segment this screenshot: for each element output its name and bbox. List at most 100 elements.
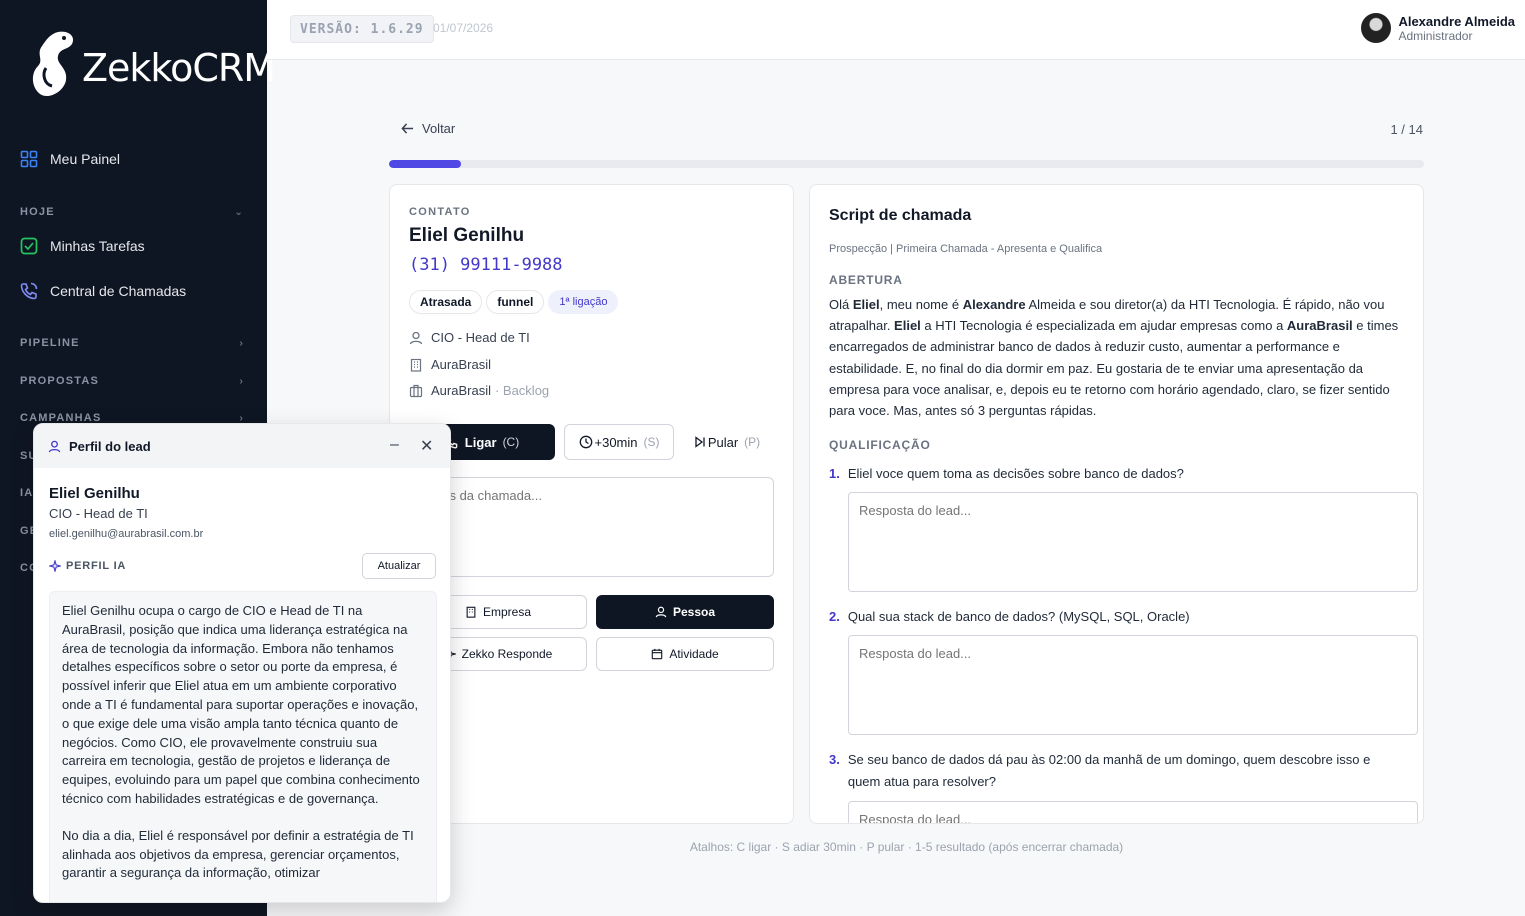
call-label: Ligar	[464, 434, 497, 450]
sidebar-section-pipeline[interactable]: PIPELINE ›	[20, 337, 244, 349]
lead-profile-popup: Perfil do lead – ✕ Eliel Genilhu CIO - H…	[33, 423, 451, 903]
sparkle-icon	[49, 560, 61, 572]
building-icon	[410, 358, 422, 372]
call-count-badge: 1ª ligação	[548, 290, 619, 314]
contact-name: Eliel Genilhu	[409, 225, 525, 246]
avatar	[1361, 13, 1392, 43]
script-title: Script de chamada	[829, 207, 972, 224]
tab-pessoa[interactable]: Pessoa	[596, 595, 774, 629]
contact-role-row: CIO - Head de TI	[409, 330, 530, 345]
snooze-shortcut: (S)	[643, 435, 660, 449]
qualificacao-heading: QUALIFICAÇÃO	[829, 438, 931, 452]
ai-profile-text: Eliel Genilhu ocupa o cargo de CIO e Hea…	[49, 591, 437, 902]
tab-atividade[interactable]: Atividade	[596, 637, 774, 671]
call-notes-input[interactable]	[409, 477, 774, 577]
sidebar-item-label: Central de Chamadas	[50, 283, 187, 299]
user-icon	[655, 606, 667, 618]
abertura-heading: ABERTURA	[829, 273, 903, 287]
update-profile-button[interactable]: Atualizar	[362, 553, 436, 579]
tab-label: Zekko Responde	[461, 647, 553, 661]
sidebar-section-propostas[interactable]: PROPOSTAS ›	[20, 375, 244, 387]
abertura-text: Olá Eliel, meu nome é Alexandre Almeida …	[829, 297, 1399, 419]
ai-profile-label: PERFIL IA	[66, 560, 127, 572]
section-label: HOJE	[20, 206, 55, 218]
version-date: 01/07/2026	[433, 21, 494, 35]
chevron-right-icon: ›	[239, 337, 244, 349]
contact-account[interactable]: AuraBrasil	[431, 383, 491, 398]
popup-title: Perfil do lead	[69, 438, 151, 454]
tab-label: Atividade	[669, 647, 719, 661]
sidebar-section-hoje[interactable]: HOJE ⌄	[20, 206, 244, 218]
question-text: Se seu banco de dados dá pau às 02:00 da…	[847, 752, 1371, 789]
question-text: Qual sua stack de banco de dados? (MySQL…	[847, 609, 1190, 624]
sidebar-item-label: Meu Painel	[50, 151, 121, 167]
profile-email[interactable]: eliel.genilhu@aurabrasil.com.br	[49, 528, 203, 540]
contact-role: CIO - Head de TI	[431, 330, 530, 345]
keyboard-shortcuts-hint: Atalhos: C ligar · S adiar 30min · P pul…	[689, 840, 1124, 854]
question-text: Eliel voce quem toma as decisões sobre b…	[847, 466, 1184, 481]
user-icon	[409, 331, 423, 344]
snooze-label: +30min	[594, 434, 638, 450]
checkbox-icon	[20, 237, 38, 255]
question-1: 1. Eliel voce quem toma as decisões sobr…	[829, 463, 1404, 485]
section-label: PROPOSTAS	[20, 375, 100, 387]
minimize-icon[interactable]: –	[390, 436, 399, 454]
queue-progress-bar	[389, 160, 1424, 168]
contact-company-row: AuraBrasil	[409, 357, 491, 372]
tab-label: Pessoa	[672, 605, 716, 619]
question-number: 2.	[829, 609, 840, 624]
script-subtitle: Prospecção | Primeira Chamada - Apresent…	[829, 243, 1103, 255]
back-button[interactable]: Voltar	[401, 121, 455, 136]
lead-counter: 1 / 14	[1390, 122, 1423, 137]
answer-input-2[interactable]	[848, 635, 1418, 735]
account-stage: · Backlog	[494, 383, 550, 398]
question-3: 3. Se seu banco de dados dá pau às 02:00…	[829, 749, 1404, 793]
user-role: Administrador	[1398, 28, 1473, 43]
contact-phone[interactable]: (31) 99111-9988	[409, 255, 563, 275]
question-2: 2. Qual sua stack de banco de dados? (My…	[829, 606, 1404, 628]
answer-input-3[interactable]	[848, 801, 1418, 823]
contact-overline: CONTATO	[409, 206, 471, 218]
progress-fill	[389, 160, 462, 168]
profile-name: Eliel Genilhu	[49, 485, 140, 502]
section-label: PIPELINE	[20, 337, 80, 349]
chevron-right-icon: ›	[239, 412, 244, 424]
snooze-button[interactable]: +30min (S)	[564, 424, 674, 460]
dashboard-icon	[20, 150, 38, 168]
tab-label: Empresa	[482, 605, 532, 619]
back-label: Voltar	[422, 121, 456, 136]
question-number: 3.	[829, 752, 840, 767]
ai-profile-paragraph: No dia a dia, Eliel é responsável por de…	[62, 827, 414, 881]
section-label: IA	[20, 487, 34, 499]
sidebar-item-meu-painel[interactable]: Meu Painel	[20, 150, 120, 168]
phone-call-icon	[20, 282, 38, 300]
close-icon[interactable]: ✕	[420, 436, 433, 456]
briefcase-icon	[409, 384, 423, 397]
building-icon	[466, 606, 476, 618]
skip-label: Pular	[707, 434, 739, 450]
answer-input-1[interactable]	[848, 492, 1418, 592]
chevron-down-icon: ⌄	[234, 206, 244, 218]
calendar-icon	[652, 648, 663, 660]
funnel-badge: funnel	[486, 290, 545, 314]
user-menu[interactable]: Alexandre Almeida Administrador	[1361, 13, 1515, 43]
sidebar-item-minhas-tarefas[interactable]: Minhas Tarefas	[20, 237, 145, 255]
skip-forward-icon	[695, 436, 705, 448]
contact-account-row: AuraBrasil · Backlog	[409, 383, 549, 398]
skip-button[interactable]: Pular (P)	[684, 424, 770, 460]
sidebar-item-central-chamadas[interactable]: Central de Chamadas	[20, 282, 186, 300]
status-chips: Atrasada funnel 1ª ligação	[409, 290, 622, 314]
popup-header[interactable]: Perfil do lead – ✕	[34, 424, 450, 468]
user-name: Alexandre Almeida	[1398, 13, 1515, 29]
status-badge: Atrasada	[409, 290, 483, 314]
version-badge: VERSÃO: 1.6.29	[290, 15, 434, 43]
sidebar-item-label: Minhas Tarefas	[50, 238, 145, 254]
top-header: VERSÃO: 1.6.29 01/07/2026 Alexandre Alme…	[267, 0, 1525, 60]
brand-name: ZekkoCRM	[82, 46, 276, 90]
contact-company[interactable]: AuraBrasil	[431, 357, 491, 372]
user-icon	[48, 440, 61, 452]
brand-logo[interactable]: ZekkoCRM	[28, 28, 276, 108]
clock-icon	[579, 435, 592, 449]
question-number: 1.	[829, 466, 840, 481]
call-shortcut: (C)	[502, 435, 520, 449]
